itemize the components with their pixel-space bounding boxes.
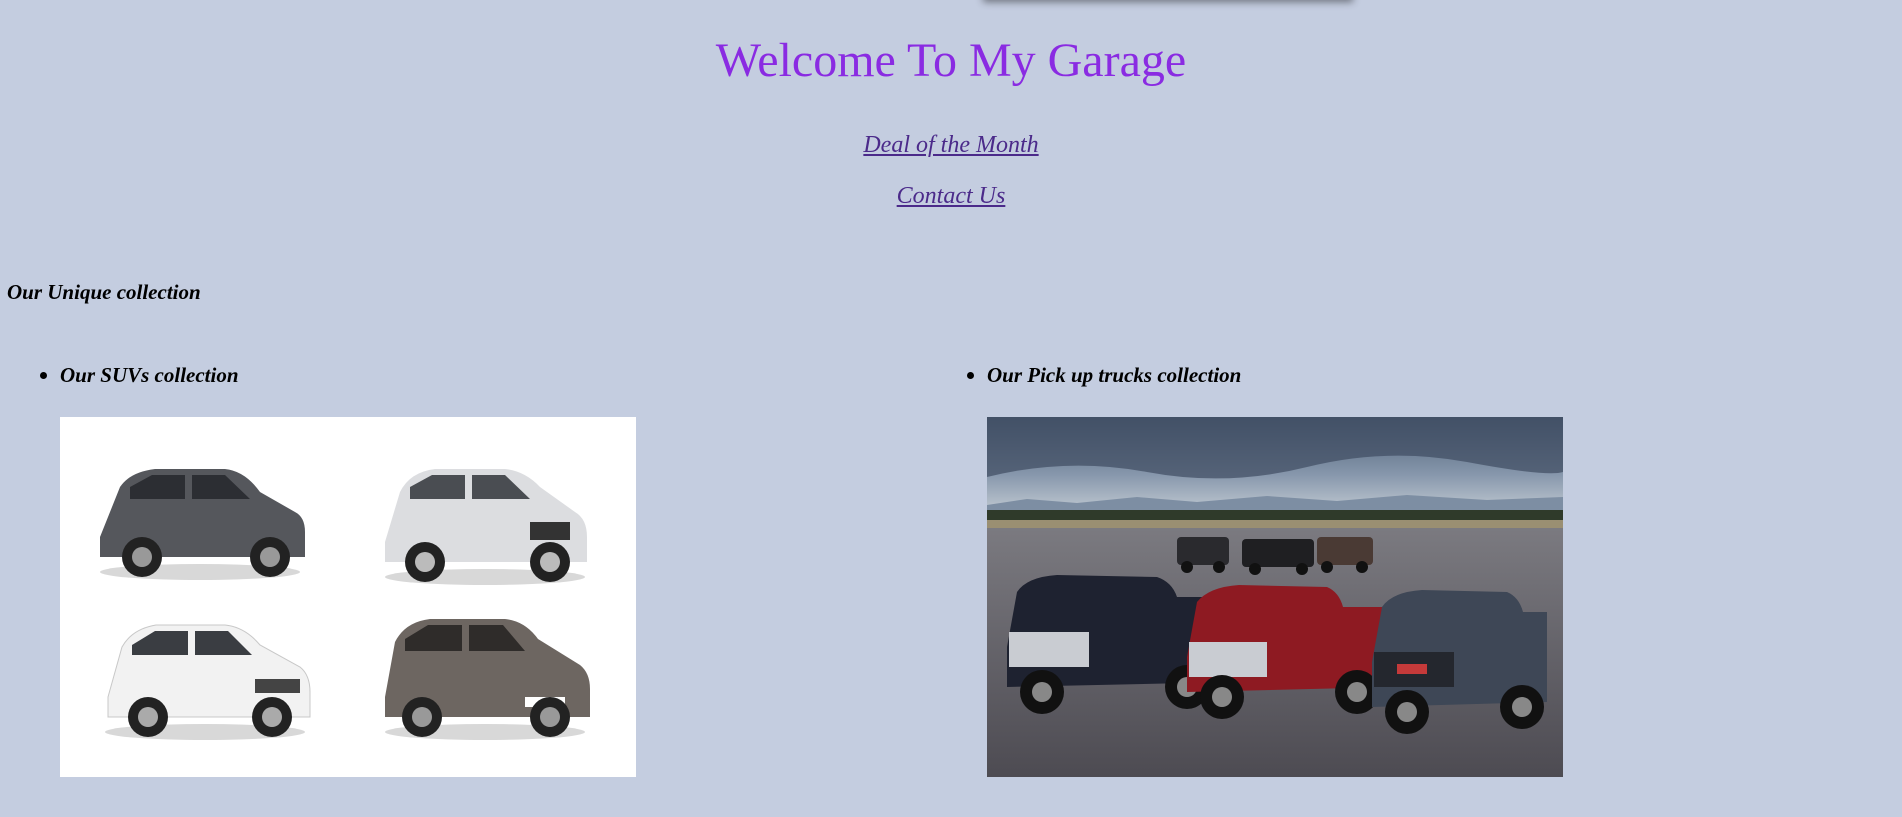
truck-collection-image: [987, 417, 1563, 777]
suv-collection: Our SUVs collection: [40, 360, 636, 777]
bullet-icon: [967, 372, 974, 379]
truck-collection: Our Pick up trucks collection: [967, 360, 1563, 777]
bullet-icon: [40, 372, 47, 379]
truck-collection-title: Our Pick up trucks collection: [967, 360, 1242, 390]
suv-collection-label: Our SUVs collection: [60, 363, 239, 387]
suv-collection-image: [60, 417, 636, 777]
collection-heading: Our Unique collection: [7, 280, 201, 304]
truck-collection-label: Our Pick up trucks collection: [987, 363, 1242, 387]
nav-deal-of-the-month: Deal of the Month: [0, 132, 1902, 159]
truck-photo: [987, 417, 1563, 777]
contact-us-link[interactable]: Contact Us: [897, 183, 1006, 209]
page: Welcome To My Garage Deal of the Month C…: [0, 0, 1902, 817]
page-title: Welcome To My Garage: [715, 34, 1187, 87]
suv-collection-title: Our SUVs collection: [40, 360, 239, 390]
nav-contact-us: Contact Us: [0, 183, 1902, 210]
deal-of-the-month-link[interactable]: Deal of the Month: [863, 132, 1038, 158]
suv-photo: [60, 417, 636, 777]
